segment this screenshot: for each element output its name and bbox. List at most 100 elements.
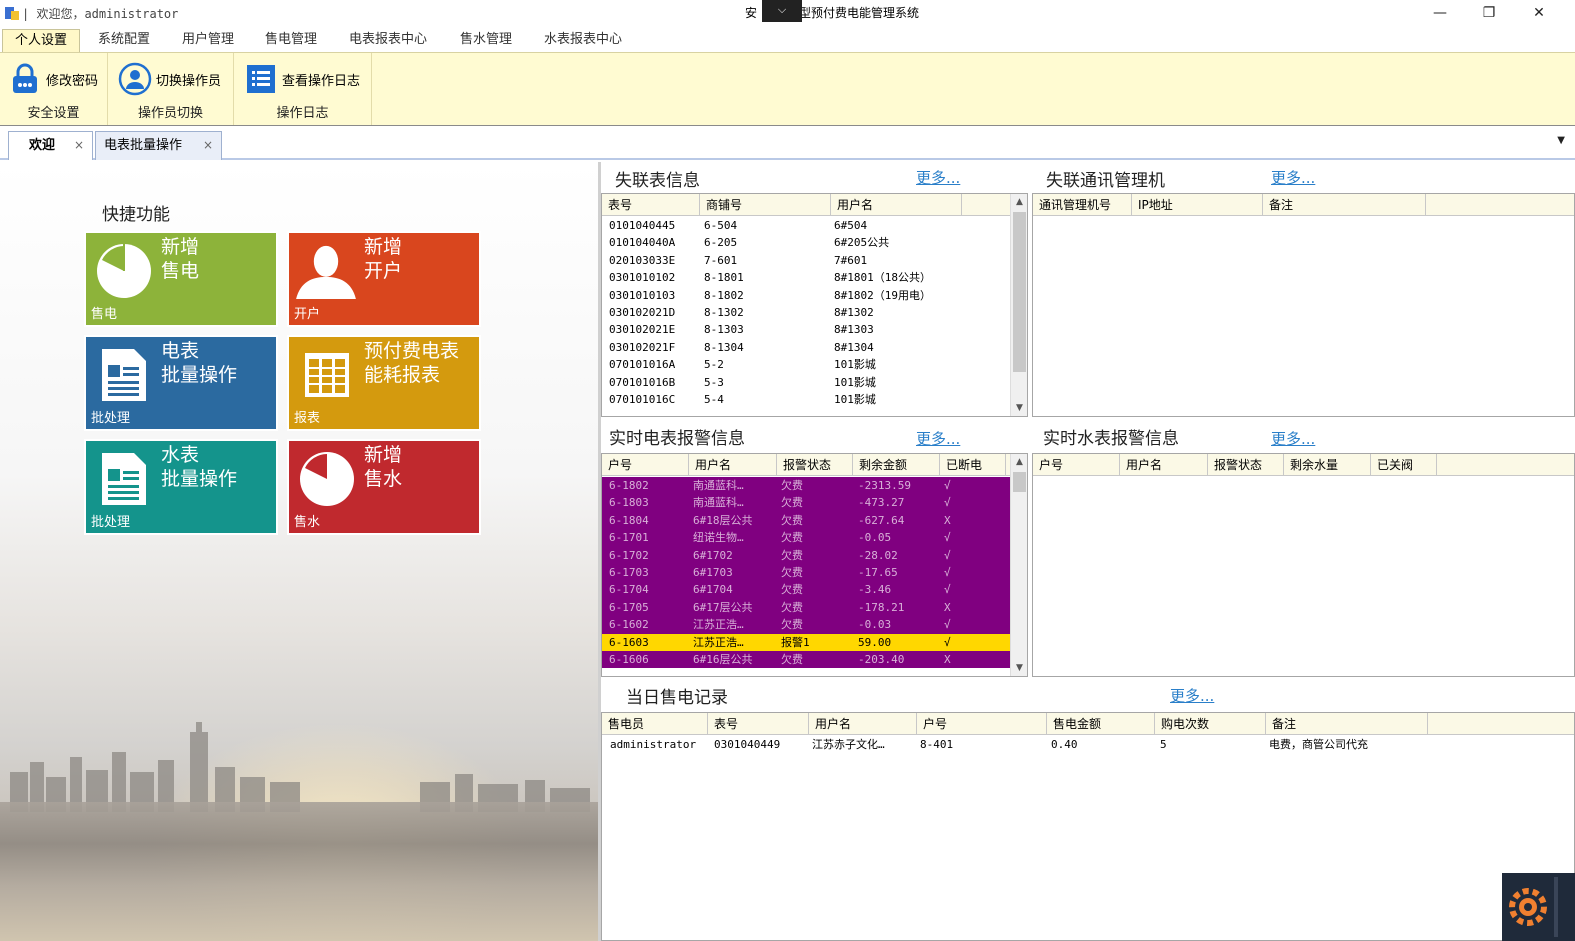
tab-welcome-close-icon[interactable]: × xyxy=(74,132,84,159)
ribbon-group-log: 查看操作日志 操作日志 xyxy=(234,53,372,125)
menu-system-config[interactable]: 系统配置 xyxy=(86,29,162,52)
table-cell: -2313.59 xyxy=(858,479,911,492)
change-password-button[interactable]: 修改密码 xyxy=(8,61,98,97)
table-row[interactable]: 030102021F 8-1304 8#1304 xyxy=(602,339,1027,356)
menu-personal-settings[interactable]: 个人设置 xyxy=(2,29,81,52)
scroll-up-icon[interactable]: ▲ xyxy=(1011,454,1027,470)
col-header[interactable]: 报警状态 xyxy=(1208,454,1284,476)
alarm-row[interactable]: 6-1802 南通蓝科… 欠费 -2313.59 √ xyxy=(602,477,1027,495)
table-row[interactable]: 070101016A 5-2 101影城 xyxy=(602,356,1027,373)
tile-meter-batch-operation[interactable]: 电表 批量操作 批处理 xyxy=(84,335,278,431)
menu-meter-report-center[interactable]: 电表报表中心 xyxy=(337,29,439,52)
tab-meter-batch[interactable]: 电表批量操作 × xyxy=(95,131,222,160)
tile-water-meter-batch-operation[interactable]: 水表 批量操作 批处理 xyxy=(84,439,278,535)
table-row[interactable]: 0301010102 8-1801 8#1801（18公共） xyxy=(602,269,1027,286)
lost-meters-more-link[interactable]: 更多... xyxy=(916,167,960,188)
col-header[interactable]: 表号 xyxy=(708,713,809,735)
col-header[interactable]: 用户名 xyxy=(1120,454,1208,476)
alarm-row[interactable]: 6-1602 江苏正浩… 欠费 -0.03 √ xyxy=(602,616,1027,634)
alarm-row[interactable]: 6-1803 南通蓝科… 欠费 -473.27 √ xyxy=(602,494,1027,512)
scrollbar[interactable]: ▲ ▼ xyxy=(1010,454,1027,676)
table-row[interactable]: 070101016B 5-3 101影城 xyxy=(602,374,1027,391)
col-header[interactable]: 户号 xyxy=(917,713,1047,735)
table-cell: 8-1304 xyxy=(704,340,744,354)
col-header[interactable]: 用户名 xyxy=(809,713,917,735)
close-window-button[interactable]: ✕ xyxy=(1517,2,1561,24)
tile-prepaid-meter-report[interactable]: 预付费电表 能耗报表 报表 xyxy=(287,335,481,431)
table-row[interactable]: 070101016C 5-4 101影城 xyxy=(602,391,1027,408)
col-header[interactable]: IP地址 xyxy=(1132,194,1263,216)
col-header[interactable]: 报警状态 xyxy=(777,454,853,476)
alarm-row[interactable]: 6-1702 6#1702 欠费 -28.02 √ xyxy=(602,546,1027,564)
grid-header: 通讯管理机号 IP地址 备注 xyxy=(1033,194,1574,216)
col-header[interactable]: 户号 xyxy=(602,454,689,476)
tab-welcome[interactable]: 欢迎 × xyxy=(8,131,93,160)
table-cell: -3.46 xyxy=(858,583,892,597)
table-cell: 欠费 xyxy=(781,600,803,614)
table-cell: 5-2 xyxy=(704,358,724,372)
col-header[interactable]: 表号 xyxy=(602,194,700,216)
lost-comm-more-link[interactable]: 更多... xyxy=(1271,167,1315,188)
tile-new-electricity-sale[interactable]: 新增 售电 售电 xyxy=(84,231,278,327)
col-header[interactable]: 用户名 xyxy=(689,454,777,476)
tab-meter-batch-close-icon[interactable]: × xyxy=(203,132,213,159)
col-header[interactable]: 售电员 xyxy=(602,713,708,735)
table-row[interactable]: 030102021E 8-1303 8#1303 xyxy=(602,321,1027,338)
col-header[interactable]: 售电金额 xyxy=(1047,713,1155,735)
col-header[interactable]: 备注 xyxy=(1266,713,1428,735)
scrollbar[interactable]: ▲ ▼ xyxy=(1010,194,1027,416)
menu-water-report-center[interactable]: 水表报表中心 xyxy=(532,29,634,52)
table-row[interactable]: 030102021D 8-1302 8#1302 xyxy=(602,304,1027,321)
col-header[interactable]: 通讯管理机号 xyxy=(1033,194,1132,216)
table-row[interactable]: administrator 0301040449 江苏赤子文化… 8-401 0.40 5… xyxy=(602,736,1574,753)
title-dropdown-button[interactable]: ⌵ xyxy=(762,0,802,22)
col-header[interactable]: 已断电 xyxy=(940,454,1006,476)
alarm-row[interactable]: 6-1703 6#1703 欠费 -17.65 √ xyxy=(602,564,1027,582)
col-header[interactable]: 购电次数 xyxy=(1155,713,1266,735)
col-header[interactable]: 用户名 xyxy=(831,194,962,216)
menu-sale-management[interactable]: 售电管理 xyxy=(253,29,329,52)
menu-user-management[interactable]: 用户管理 xyxy=(170,29,246,52)
alarm-row[interactable]: 6-1705 6#17层公共 欠费 -178.21 X xyxy=(602,598,1027,617)
table-row[interactable]: 020103033E 7-601 7#601 xyxy=(602,252,1027,269)
view-log-button[interactable]: 查看操作日志 xyxy=(244,61,360,97)
welcome-text: | 欢迎您，administrator xyxy=(22,7,179,21)
minimize-button[interactable]: — xyxy=(1418,2,1462,24)
table-row[interactable]: 010104040A 6-205 6#205公共 xyxy=(602,234,1027,251)
table-cell: 电费，商管公司代充 xyxy=(1269,738,1368,751)
alarm-row[interactable]: 6-1701 纽诺生物… 欠费 -0.05 √ xyxy=(602,529,1027,547)
water-alarm-more-link[interactable]: 更多... xyxy=(1271,428,1315,449)
tile-new-water-sale[interactable]: 新增 售水 售水 xyxy=(287,439,481,535)
restore-button[interactable]: ❐ xyxy=(1467,2,1511,24)
table-cell: 7-601 xyxy=(704,253,738,267)
scroll-thumb[interactable] xyxy=(1013,212,1026,372)
alarm-row[interactable]: 6-1603 江苏正浩… 报警1 59.00 √ xyxy=(602,633,1027,651)
tile-new-account[interactable]: 新增 开户 开户 xyxy=(287,231,481,327)
scroll-down-icon[interactable]: ▼ xyxy=(1011,400,1027,416)
elec-alarm-more-link[interactable]: 更多... xyxy=(916,428,960,449)
scroll-up-icon[interactable]: ▲ xyxy=(1011,194,1027,210)
sales-today-more-link[interactable]: 更多... xyxy=(1170,685,1214,706)
menu-water-sale-management[interactable]: 售水管理 xyxy=(448,29,524,52)
col-header[interactable]: 已关阀 xyxy=(1371,454,1437,476)
col-header[interactable]: 户号 xyxy=(1033,454,1120,476)
tab-list-dropdown-icon[interactable]: ▼ xyxy=(1557,135,1565,146)
col-header[interactable]: 商铺号 xyxy=(700,194,831,216)
floating-tool-button[interactable] xyxy=(1502,873,1575,941)
lost-comm-title: 失联通讯管理机 xyxy=(1046,171,1165,191)
table-cell: 6-1802 xyxy=(609,479,649,492)
scroll-thumb[interactable] xyxy=(1013,472,1026,492)
alarm-row[interactable]: 6-1704 6#1704 欠费 -3.46 √ xyxy=(602,581,1027,599)
ribbon-group-label-operator: 操作员切换 xyxy=(137,106,203,121)
col-header[interactable]: 剩余金额 xyxy=(853,454,940,476)
switch-operator-button[interactable]: 切换操作员 xyxy=(118,61,221,97)
table-cell: 6-1701 xyxy=(609,531,649,545)
table-cell: 欠费 xyxy=(781,566,803,579)
scroll-down-icon[interactable]: ▼ xyxy=(1011,660,1027,676)
table-row[interactable]: 0301010103 8-1802 8#1802（19用电） xyxy=(602,287,1027,304)
col-header[interactable]: 备注 xyxy=(1263,194,1426,216)
table-row[interactable]: 0101040445 6-504 6#504 xyxy=(602,217,1027,234)
alarm-row[interactable]: 6-1804 6#18层公共 欠费 -627.64 X xyxy=(602,511,1027,530)
col-header[interactable]: 剩余水量 xyxy=(1284,454,1371,476)
alarm-row[interactable]: 6-1606 6#16层公共 欠费 -203.40 X xyxy=(602,651,1027,669)
